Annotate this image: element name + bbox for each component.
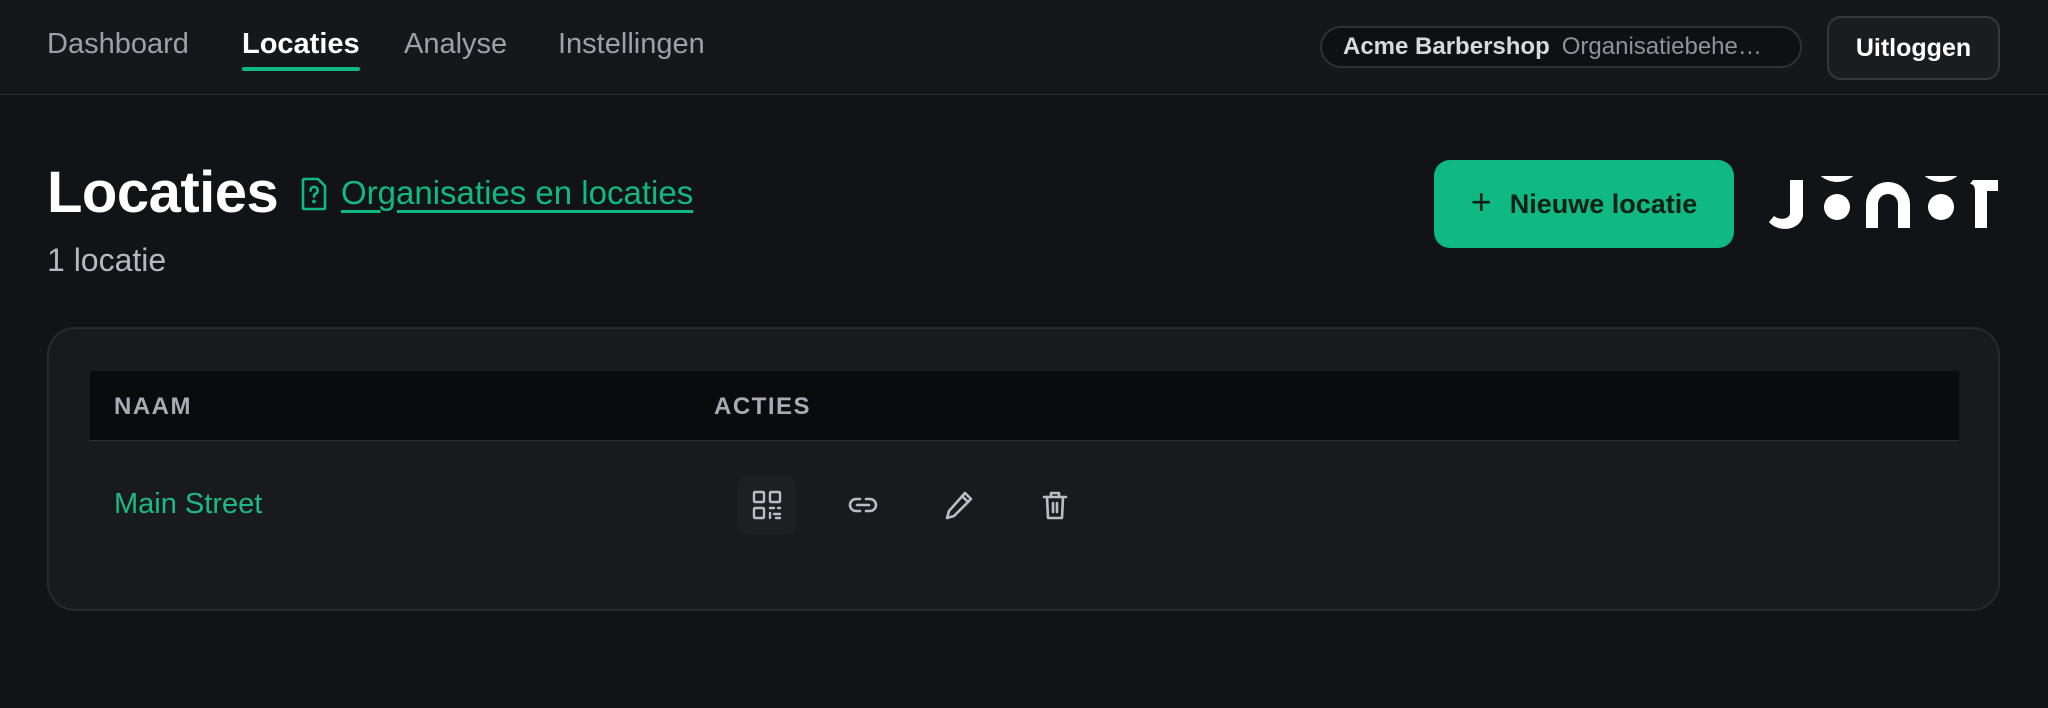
tab-analyse-label: Analyse (404, 28, 508, 60)
plus-icon: + (1470, 181, 1492, 222)
location-count: 1 locatie (47, 242, 167, 278)
tab-locaties[interactable]: Locaties (242, 26, 360, 71)
qr-code-button[interactable] (738, 476, 796, 534)
column-header-actions: ACTIES (714, 393, 812, 420)
new-location-button[interactable]: + Nieuwe locatie (1434, 160, 1734, 248)
top-navigation-bar: Dashboard Locaties Analyse Instellingen … (0, 0, 2048, 95)
delete-button[interactable] (1026, 476, 1084, 534)
trash-icon (1042, 491, 1068, 520)
logout-button[interactable]: Uitloggen (1827, 16, 2000, 80)
copy-link-button[interactable] (834, 476, 892, 534)
edit-pencil-icon (945, 491, 973, 520)
help-link-organizations-locations[interactable]: Organisaties en locaties (341, 173, 693, 213)
qr-code-icon (752, 490, 782, 520)
organization-role: Organisatiebeheerder (1561, 33, 1774, 60)
table-row: Main Street (90, 442, 1959, 570)
help-document-icon[interactable] (300, 177, 328, 211)
location-name-link[interactable]: Main Street (114, 486, 262, 522)
brand-logo (1769, 176, 1998, 229)
new-location-label: Nieuwe locatie (1509, 188, 1698, 219)
tab-instellingen-label: Instellingen (558, 28, 705, 60)
tab-instellingen[interactable]: Instellingen (558, 26, 705, 66)
tab-dashboard-label: Dashboard (47, 28, 189, 60)
tab-locaties-label: Locaties (242, 28, 360, 60)
organization-name: Acme Barbershop (1343, 33, 1550, 60)
organization-switcher[interactable]: Acme Barbershop Organisatiebeheerder (1320, 26, 1802, 68)
link-icon (848, 497, 878, 513)
active-tab-indicator (242, 67, 360, 71)
edit-button[interactable] (930, 476, 988, 534)
column-header-name: NAAM (114, 393, 192, 420)
tab-dashboard[interactable]: Dashboard (47, 26, 189, 66)
page-title: Locaties (47, 160, 279, 225)
table-header: NAAM ACTIES (90, 371, 1959, 441)
tab-analyse[interactable]: Analyse (404, 26, 507, 66)
locations-card: NAAM ACTIES Main Street (47, 327, 2000, 611)
